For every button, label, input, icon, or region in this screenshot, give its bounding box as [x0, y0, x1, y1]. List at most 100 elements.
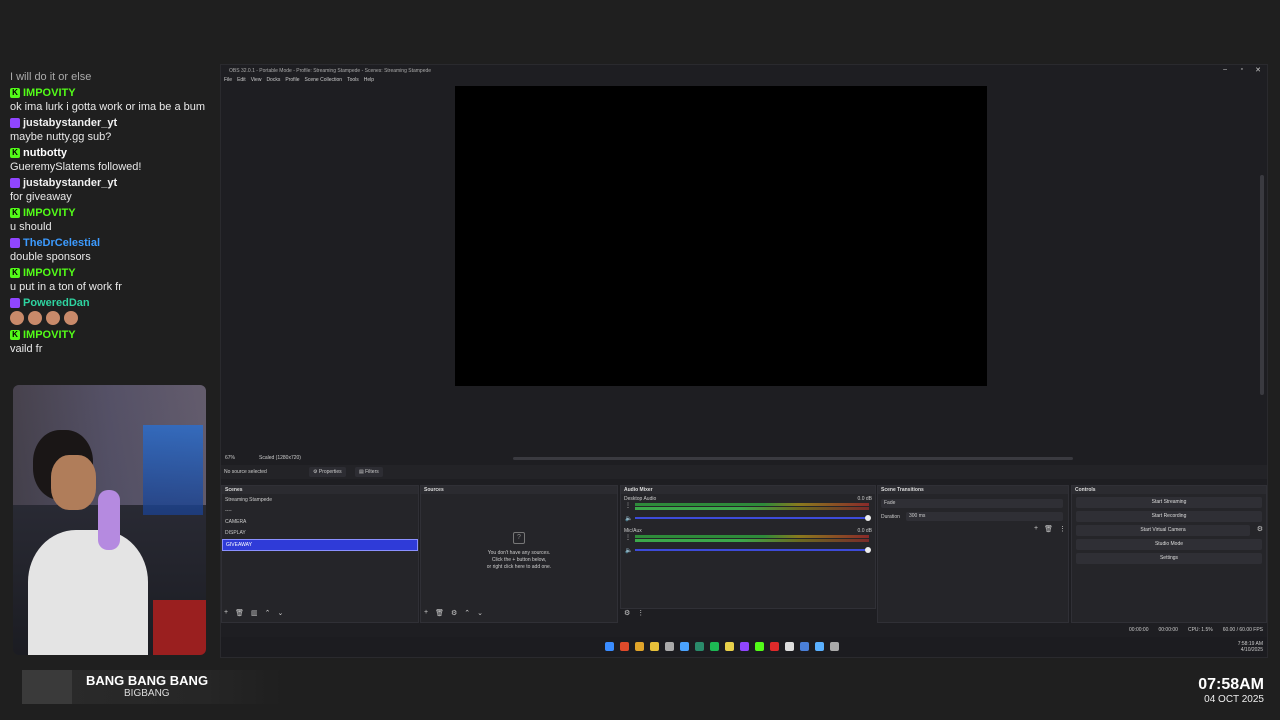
scene-item[interactable]: Streaming Stampede [222, 495, 418, 505]
chat-username: TheDrCelestial [10, 236, 215, 250]
menu-help[interactable]: Help [364, 77, 374, 83]
chat-message: double sponsors [10, 251, 91, 263]
menu-view[interactable]: View [251, 77, 262, 83]
remove-source-icon[interactable]: 🗑 [435, 609, 444, 617]
speaker-icon[interactable]: 🔈 [625, 515, 632, 522]
channel-db: 0.0 dB [857, 528, 872, 534]
taskbar-app-icon[interactable] [800, 642, 809, 651]
menu-tools[interactable]: Tools [347, 77, 359, 83]
remove-transition-icon[interactable]: 🗑 [1044, 525, 1053, 533]
advanced-audio-icon[interactable]: ⚙ [624, 609, 630, 617]
webcam-microphone [98, 490, 120, 550]
taskbar-app-icon[interactable] [605, 642, 614, 651]
filters-button[interactable]: ▤ Filters [355, 467, 383, 477]
mixer-menu-icon[interactable]: ⋮ [637, 609, 644, 617]
zoom-level[interactable]: 67% [225, 455, 235, 461]
preview-horizontal-scrollbar[interactable] [513, 457, 1073, 460]
twitch-badge-icon [10, 298, 20, 308]
emote-icon [28, 311, 42, 325]
properties-button[interactable]: ⚙ Properties [309, 467, 346, 477]
source-down-icon[interactable]: ⌄ [477, 609, 483, 617]
scaling-dropdown[interactable]: Scaled (1280x720) [259, 455, 301, 461]
obs-menu-bar: File Edit View Docks Profile Scene Collection… [224, 77, 374, 83]
start-streaming-button[interactable]: Start Streaming [1076, 497, 1262, 508]
taskbar-app-icon[interactable] [785, 642, 794, 651]
move-down-icon[interactable]: ⌄ [277, 609, 283, 617]
twitch-badge-icon [10, 178, 20, 188]
taskbar-app-icon[interactable] [725, 642, 734, 651]
scene-item[interactable]: CAMERA [222, 517, 418, 527]
channel-menu-icon[interactable]: ⋮ [625, 534, 631, 541]
chat-message: vaild fr [10, 343, 43, 355]
menu-file[interactable]: File [224, 77, 232, 83]
chat-username: K IMPOVITY [10, 266, 215, 280]
chat-username: PoweredDan [10, 296, 215, 310]
scene-item[interactable]: DISPLAY [222, 528, 418, 538]
speaker-icon[interactable]: 🔈 [625, 547, 632, 554]
start-virtual-camera-button[interactable]: Start Virtual Camera [1076, 525, 1250, 536]
source-up-icon[interactable]: ⌃ [464, 609, 470, 617]
controls-dock: Controls Start Streaming Start Recording… [1071, 485, 1267, 623]
taskbar-app-icon[interactable] [740, 642, 749, 651]
studio-mode-button[interactable]: Studio Mode [1076, 539, 1262, 550]
taskbar-app-icon[interactable] [665, 642, 674, 651]
taskbar-app-icon[interactable] [695, 642, 704, 651]
empty-line-2: Click the + button below, [491, 557, 547, 563]
taskbar-app-icon[interactable] [680, 642, 689, 651]
taskbar: 7:58:19 AM 4/10/2025 [221, 637, 1267, 657]
taskbar-app-icon[interactable] [815, 642, 824, 651]
preview-canvas[interactable] [455, 86, 987, 386]
scene-item[interactable]: GIVEAWAY [222, 539, 418, 551]
album-art [22, 670, 72, 704]
taskbar-app-icon[interactable] [620, 642, 629, 651]
remove-scene-icon[interactable]: 🗑 [235, 609, 244, 617]
transition-menu-icon[interactable]: ⋮ [1059, 525, 1066, 533]
minimize-button[interactable]: – [1223, 66, 1227, 73]
volume-slider-handle[interactable] [865, 547, 871, 553]
menu-scene-collection[interactable]: Scene Collection [305, 77, 343, 83]
chat-username: Knutbotty [10, 146, 215, 160]
status-bar: 00:00:00 00:00:00 CPU: 1.5% 60.00 / 60.0… [1129, 627, 1263, 633]
taskbar-app-icon[interactable] [830, 642, 839, 651]
start-recording-button[interactable]: Start Recording [1076, 511, 1262, 522]
song-title: BANG BANG BANG [86, 673, 209, 688]
volume-slider[interactable] [635, 549, 869, 551]
chat-username: K IMPOVITY [10, 328, 215, 342]
kick-badge-icon: K [10, 88, 20, 98]
volume-meter [635, 503, 869, 506]
taskbar-app-icon[interactable] [635, 642, 644, 651]
menu-edit[interactable]: Edit [237, 77, 246, 83]
taskbar-app-icon[interactable] [710, 642, 719, 651]
taskbar-app-icon[interactable] [770, 642, 779, 651]
volume-slider[interactable] [635, 517, 869, 519]
menu-profile[interactable]: Profile [285, 77, 299, 83]
taskbar-app-icon[interactable] [755, 642, 764, 651]
chat-username-text: nutbotty [23, 147, 67, 159]
move-up-icon[interactable]: ⌃ [265, 609, 271, 617]
duration-input[interactable]: 300 ms [906, 512, 1063, 521]
chat-username-text: justabystander_yt [23, 117, 118, 129]
add-source-icon[interactable]: + [424, 609, 428, 617]
chat-username-text: justabystander_yt [23, 177, 118, 189]
transition-select[interactable]: Fade [881, 499, 1063, 508]
menu-docks[interactable]: Docks [266, 77, 280, 83]
volume-slider-handle[interactable] [865, 515, 871, 521]
properties-label: Properties [318, 469, 342, 475]
webcam-feed [13, 385, 206, 655]
add-transition-icon[interactable]: + [1034, 525, 1038, 533]
preview-vertical-scrollbar[interactable] [1260, 175, 1264, 395]
settings-button[interactable]: Settings [1076, 553, 1262, 564]
taskbar-clock[interactable]: 7:58:19 AM 4/10/2025 [1238, 641, 1263, 653]
maximize-button[interactable]: ▫ [1241, 66, 1243, 73]
scene-filter-icon[interactable]: ▥ [251, 609, 258, 617]
virtual-camera-gear-icon[interactable]: ⚙ [1257, 525, 1263, 533]
channel-db: 0.0 dB [857, 496, 872, 502]
mixer-channel: Desktop Audio 0.0 dB 🔈 ⋮ [621, 496, 875, 528]
channel-menu-icon[interactable]: ⋮ [625, 502, 631, 509]
webcam-monitor [143, 425, 203, 515]
add-scene-icon[interactable]: + [224, 609, 228, 617]
scene-item[interactable]: ---- [222, 506, 418, 516]
taskbar-app-icon[interactable] [650, 642, 659, 651]
close-button[interactable]: ✕ [1255, 66, 1261, 74]
source-settings-icon[interactable]: ⚙ [451, 609, 457, 617]
